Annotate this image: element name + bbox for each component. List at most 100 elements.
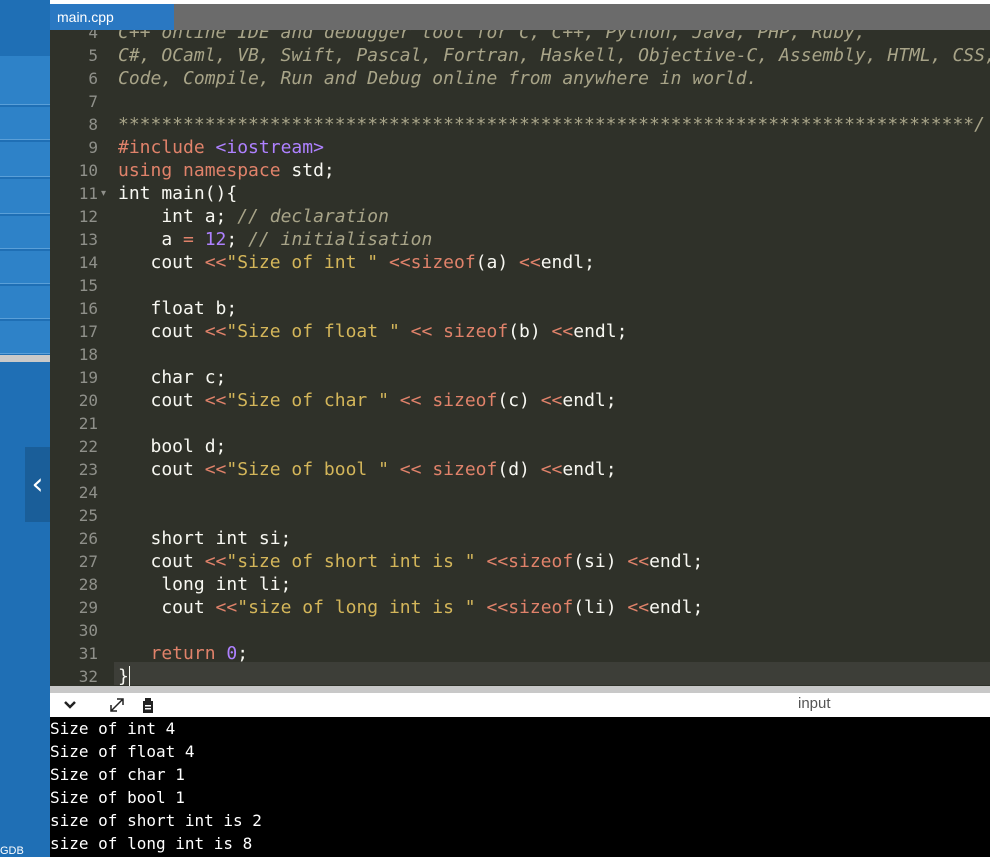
text-cursor [129,666,130,686]
code-line[interactable]: char c; [118,366,227,389]
code-token: return [118,643,227,664]
code-token: << [399,390,422,411]
code-token: #include [118,137,216,158]
line-number: 5 [88,46,98,65]
code-line[interactable]: cout <<"size of long int is " <<sizeof(l… [118,596,703,619]
line-number: 13 [78,230,98,249]
code-token: cout [118,597,216,618]
sidebar-item[interactable] [0,179,50,214]
code-token: << [204,321,227,342]
line-number: 14 [78,253,98,272]
sidebar-item[interactable] [0,286,50,319]
line-number: 27 [78,552,98,571]
code-token: << [519,252,541,273]
code-token: cout [118,252,205,273]
code-token: << [486,597,509,618]
code-token: C++ online IDE and debugger tool for C, … [118,30,866,43]
line-number: 17 [78,322,98,341]
code-token: endl; [540,252,595,273]
code-token: << [410,321,433,342]
output-console: Size of int 4 Size of float 4 Size of char… [50,717,990,857]
line-number: 7 [88,92,98,111]
line-number: 18 [78,345,98,364]
code-line[interactable]: short int si; [118,527,292,550]
code-line[interactable]: using namespace std; [118,159,335,182]
collapse-sidebar-button[interactable]: ‹ [25,447,50,522]
code-token: << [627,551,650,572]
code-line[interactable]: cout <<"Size of char " << sizeof(c) <<en… [118,389,617,412]
line-number: 23 [78,460,98,479]
code-token: cout [118,390,205,411]
output-line: Size of bool 1 [50,788,185,807]
chevron-down-icon[interactable] [62,697,78,713]
code-line[interactable]: int a; // declaration [118,205,389,228]
code-token: << [204,252,227,273]
line-number: 30 [78,621,98,640]
code-line[interactable]: return 0; [118,642,249,665]
input-tab-label[interactable]: input [798,695,831,712]
expand-icon[interactable] [108,696,126,714]
code-area[interactable]: C++ online IDE and debugger tool for C, … [114,30,990,686]
code-token: endl; [573,321,628,342]
code-line[interactable]: int main(){ [118,182,237,205]
line-number: 20 [78,391,98,410]
code-line[interactable]: C#, OCaml, VB, Swift, Pascal, Fortran, H… [118,44,990,67]
code-token: = [183,229,205,250]
code-line[interactable]: #include <iostream> [118,136,324,159]
line-number: 26 [78,529,98,548]
code-token: "Size of float " [226,321,400,342]
sidebar-item[interactable] [0,216,50,249]
code-line[interactable]: ****************************************… [118,113,985,136]
sidebar-item[interactable] [0,251,50,284]
code-token: std; [291,160,335,181]
code-line[interactable]: bool d; [118,435,227,458]
code-line[interactable]: } [118,665,129,686]
code-line[interactable]: float b; [118,297,238,320]
code-line[interactable]: C++ online IDE and debugger tool for C, … [118,30,866,44]
tab-strip [50,4,990,30]
code-line[interactable]: cout <<"Size of float " << sizeof(b) <<e… [118,320,628,343]
sidebar-item[interactable] [0,321,50,354]
code-line[interactable]: long int li; [118,573,291,596]
sidebar-item[interactable] [0,107,50,140]
copy-icon[interactable] [139,696,157,714]
code-token: sizeof [432,390,498,411]
code-editor[interactable]: 4 5 6 7 8 9 10 11 ▾ 12 13 14 15 16 17 18 19 20 21 22 23 24 25 2… [50,30,990,686]
code-token: bool d; [118,436,227,457]
code-token: a [118,229,184,250]
code-line[interactable]: cout <<"size of short int is " <<sizeof(… [118,550,704,573]
output-line: size of short int is 2 [50,811,262,830]
line-number: 19 [78,368,98,387]
code-token: int a; [118,206,238,227]
code-token: // declaration [237,206,389,227]
code-token: "Size of int " [226,252,379,273]
code-token: ****************************************… [118,114,985,135]
code-token: float b; [118,298,238,319]
output-line: Size of int 4 [50,719,176,738]
line-number: 22 [78,437,98,456]
fold-arrow-icon[interactable]: ▾ [101,182,113,205]
code-token: <iostream> [215,137,324,158]
sidebar-item[interactable] [0,142,50,177]
line-number: 15 [78,276,98,295]
io-splitter[interactable] [50,686,990,693]
code-token: << [399,459,422,480]
code-line[interactable]: Code, Compile, Run and Debug online from… [118,67,757,90]
sidebar-item[interactable] [0,56,50,105]
code-token: } [118,666,129,686]
code-line[interactable]: a = 12; // initialisation [118,228,432,251]
code-token: << [204,551,227,572]
output-line: Size of float 4 [50,742,195,761]
code-line[interactable]: cout <<"Size of int " <<sizeof(a) <<endl… [118,251,595,274]
code-line[interactable]: cout <<"Size of bool " << sizeof(d) <<en… [118,458,617,481]
code-token: (si) [573,551,628,572]
code-token: endl; [649,597,704,618]
tab-main-cpp[interactable]: main.cpp [50,4,174,30]
code-token: sizeof [432,459,498,480]
